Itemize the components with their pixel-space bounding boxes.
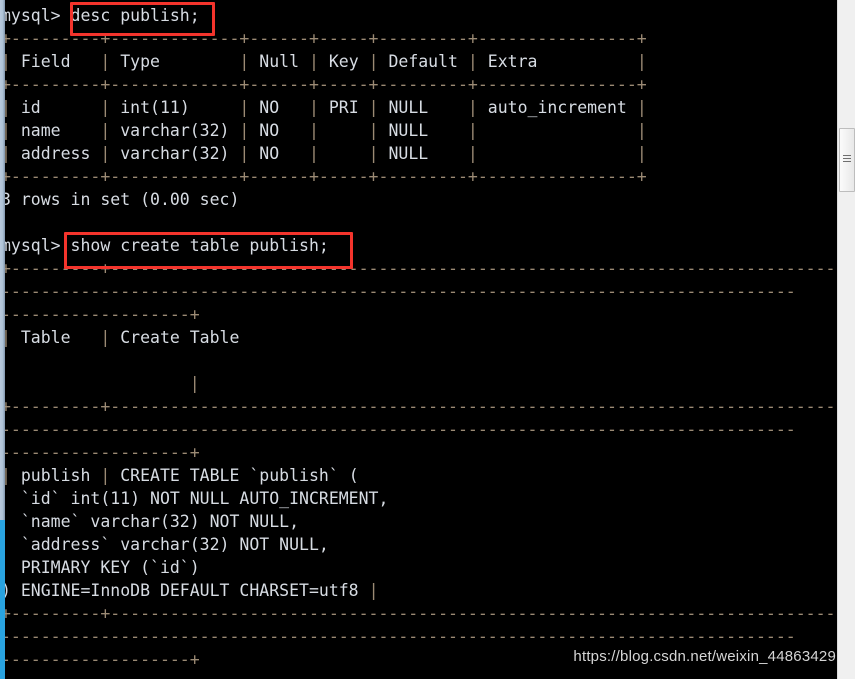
terminal-line-show-rule-bot-1: +---------+-----------------------------… (1, 604, 836, 623)
terminal-line-cmd-show: mysql> show create table publish; (1, 236, 329, 255)
terminal-line-show-rule-top-3: -------------------+ (1, 305, 200, 324)
terminal-line-cmd-desc: mysql> desc publish; (1, 6, 200, 25)
csdn-watermark: https://blog.csdn.net/weixin_44863429 (573, 648, 836, 665)
terminal-line-ddl-line-2: `id` int(11) NOT NULL AUTO_INCREMENT, (1, 489, 389, 508)
terminal-line-show-header-1: | Table | Create Table (1, 328, 240, 347)
terminal-line-ddl-line-4: `address` varchar(32) NOT NULL, (1, 535, 329, 554)
terminal-line-show-header-3: | (189, 374, 200, 393)
terminal-line-desc-row-address: | address | varchar(32) | NO | | NULL | … (1, 144, 647, 163)
terminal-line-show-header-2 (0, 349, 855, 372)
terminal-line-show-rule-mid-3: -------------------+ (1, 443, 200, 462)
terminal-window: mysql> desc publish; +---------+---------… (0, 0, 855, 679)
terminal-line-ddl-line-5: PRIMARY KEY (`id`) (1, 558, 200, 577)
terminal-line-desc-rule-bottom: +---------+-------------+------+-----+--… (1, 167, 647, 186)
window-left-edge-accent (0, 520, 5, 679)
terminal-line-desc-row-name: | name | varchar(32) | NO | | NULL | | (1, 121, 647, 140)
vertical-scrollbar[interactable] (837, 0, 855, 679)
terminal-line-ddl-line-1: | publish | CREATE TABLE `publish` ( (1, 466, 359, 485)
terminal-line-desc-rowcount: 3 rows in set (0.00 sec) (1, 190, 240, 209)
terminal-line-blank-1 (0, 211, 855, 234)
scrollbar-thumb[interactable] (839, 128, 855, 192)
terminal-line-desc-header: | Field | Type | Null | Key | Default | … (1, 52, 647, 71)
terminal-line-show-rule-top-2: ----------------------------------------… (1, 282, 796, 301)
terminal-output[interactable]: mysql> desc publish; +---------+---------… (0, 0, 855, 679)
terminal-line-desc-row-id: | id | int(11) | NO | PRI | NULL | auto_… (1, 98, 647, 117)
scrollbar-grip-icon (843, 155, 851, 164)
terminal-line-desc-rule-top: +---------+-------------+------+-----+--… (1, 29, 647, 48)
terminal-line-show-rule-mid-1: +---------+-----------------------------… (1, 397, 836, 416)
terminal-line-show-rule-top-1: +---------+-----------------------------… (1, 259, 836, 278)
terminal-line-show-rule-bot-2: ----------------------------------------… (1, 627, 796, 646)
terminal-line-desc-rule-mid: +---------+-------------+------+-----+--… (1, 75, 647, 94)
terminal-line-ddl-line-3: `name` varchar(32) NOT NULL, (1, 512, 300, 531)
terminal-line-ddl-line-6: ) ENGINE=InnoDB DEFAULT CHARSET=utf8 | (1, 581, 379, 600)
terminal-line-show-rule-mid-2: ----------------------------------------… (1, 420, 796, 439)
